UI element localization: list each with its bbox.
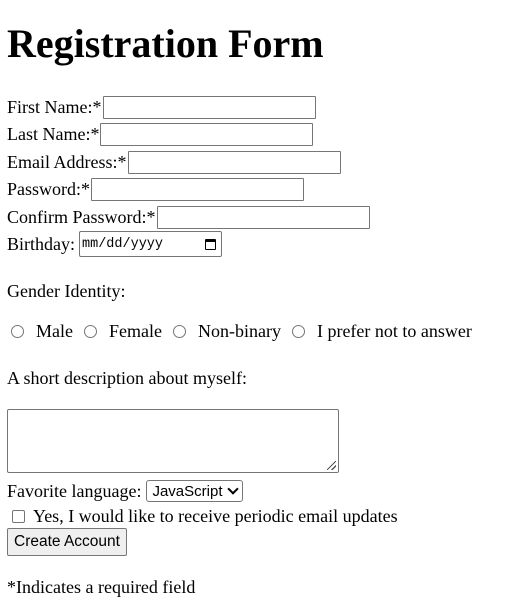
radio-label-non-binary: Non-binary [197,321,281,341]
birthday-input[interactable]: mm/dd/yyyy [79,231,222,257]
first-name-input[interactable] [102,95,316,119]
radio-label-prefer-not: I prefer not to answer [316,321,472,341]
radio-non-binary[interactable] [172,325,186,338]
radio-female[interactable] [83,325,97,338]
birthday-row: Birthday: mm/dd/yyyy [7,231,222,257]
last-name-row: Last Name:* [7,121,314,147]
radio-male[interactable] [11,325,24,338]
radio-label-male: Male [36,321,73,341]
language-label: Favorite language: [7,480,142,501]
required-footnote: *Indicates a required field [7,577,196,597]
last-name-input[interactable] [100,122,314,146]
updates-checkbox[interactable] [12,509,25,523]
birthday-label: Birthday: [7,233,75,254]
resize-handle-icon[interactable] [327,461,336,470]
first-name-row: First Name:* [7,94,316,120]
description-label: A short description about myself: [7,368,247,388]
calendar-icon[interactable] [205,238,216,250]
updates-label: Yes, I would like to receive periodic em… [33,505,398,526]
create-account-button[interactable]: Create Account [7,528,127,556]
confirm-password-row: Confirm Password:* [7,204,370,230]
gender-options: Male Female Non-binary I prefer not to a… [11,321,472,342]
page-title: Registration Form [7,21,324,66]
chevron-down-icon [226,483,239,495]
confirm-password-label: Confirm Password:* [7,206,156,227]
email-input[interactable] [127,150,341,174]
last-name-label: Last Name:* [7,123,100,144]
email-row: Email Address:* [7,149,341,175]
updates-row: Yes, I would like to receive periodic em… [7,503,399,529]
password-row: Password:* [7,176,305,202]
password-input[interactable] [91,177,305,201]
radio-prefer-not[interactable] [291,325,305,338]
gender-label: Gender Identity: [7,281,126,301]
language-select[interactable]: JavaScript [146,480,243,502]
email-label: Email Address:* [7,151,127,172]
language-row: Favorite language: JavaScript [7,478,243,504]
description-textarea[interactable] [7,409,339,473]
confirm-password-input[interactable] [156,205,370,229]
radio-label-female: Female [108,321,162,341]
birthday-placeholder: mm/dd/yyyy [82,236,164,252]
language-selected-value: JavaScript [152,482,223,500]
password-label: Password:* [7,178,91,199]
first-name-label: First Name:* [7,96,102,117]
